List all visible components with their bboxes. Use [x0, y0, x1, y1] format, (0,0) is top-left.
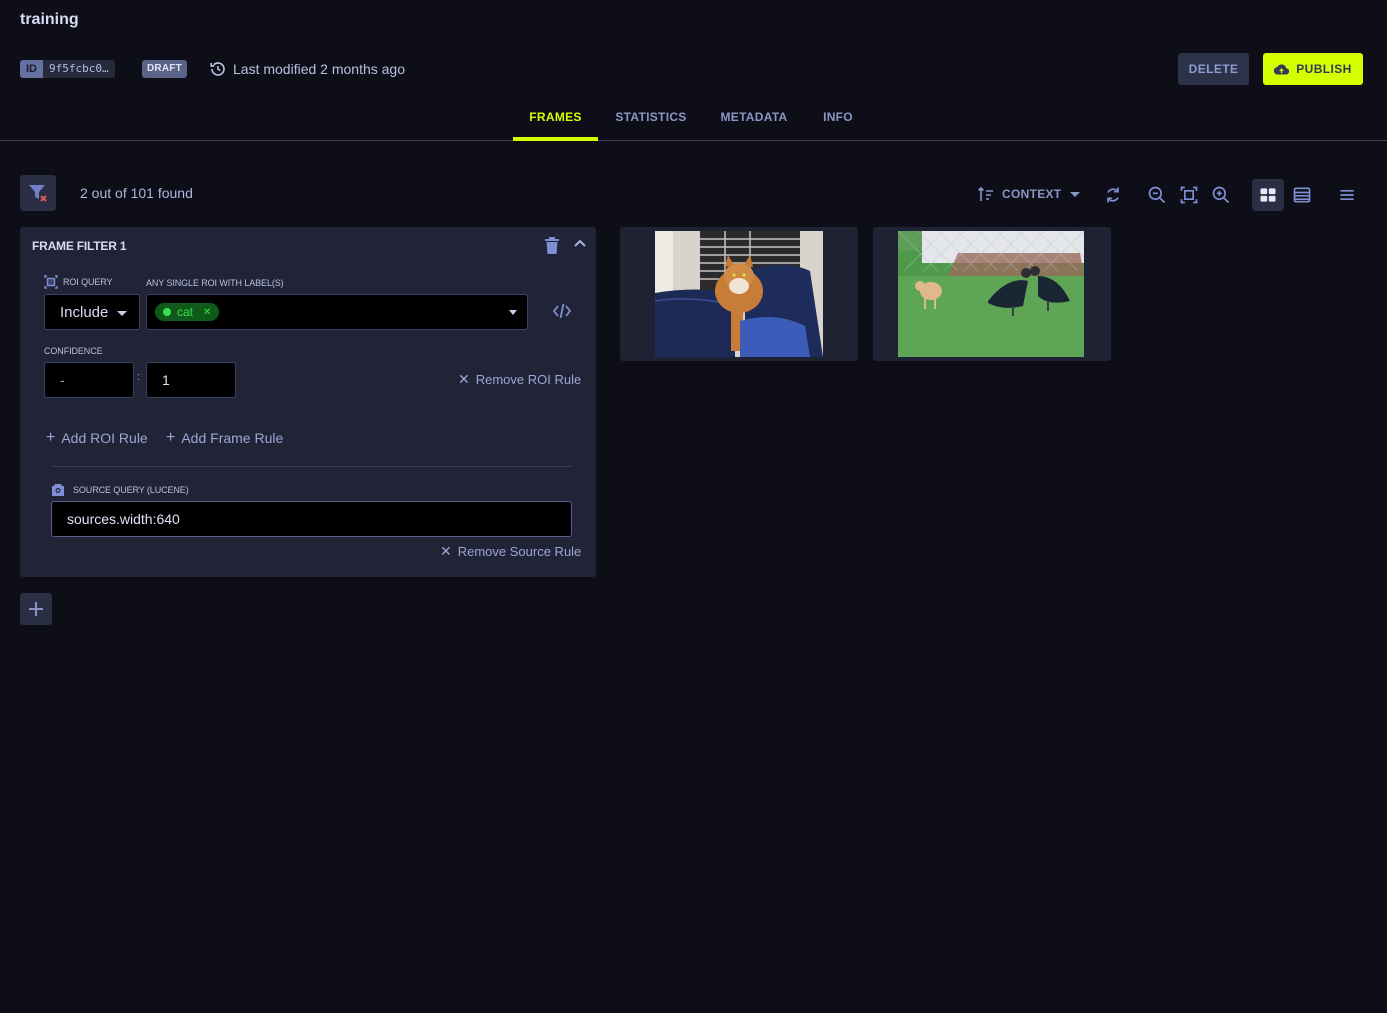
status-badge: DRAFT [142, 60, 187, 78]
label-color-dot [163, 308, 171, 316]
list-view-button[interactable] [1286, 179, 1318, 211]
caret-down-icon [1070, 191, 1081, 197]
roi-mode-select[interactable]: Include [44, 294, 140, 330]
add-frame-rule-button[interactable]: + Add Frame Rule [166, 429, 284, 447]
frame-filter-panel: FRAME FILTER 1 ROI QUERY ANY SINGLE ROI … [20, 227, 596, 577]
chevron-up-icon[interactable] [571, 235, 589, 253]
add-frame-rule-label: Add Frame Rule [181, 430, 284, 446]
list-view-icon [1293, 187, 1311, 203]
roi-icon [44, 275, 58, 289]
frame-thumbnail[interactable] [873, 227, 1111, 361]
tab-metadata[interactable]: METADATA [710, 100, 798, 140]
remove-source-rule-button[interactable]: ✕ Remove Source Rule [440, 543, 581, 560]
history-icon [210, 62, 225, 76]
fit-screen-button[interactable] [1173, 179, 1205, 211]
tab-label: INFO [823, 110, 853, 124]
remove-roi-rule-label: Remove ROI Rule [475, 372, 582, 387]
close-icon: ✕ [458, 371, 470, 387]
add-roi-rule-label: Add ROI Rule [61, 430, 148, 446]
id-key: ID [20, 60, 43, 78]
label-chip[interactable]: cat ✕ [155, 303, 220, 321]
divider [51, 466, 572, 467]
frame-image-cat-couch [655, 231, 823, 357]
sort-context-dropdown[interactable]: CONTEXT [977, 185, 1081, 203]
labels-field-label: ANY SINGLE ROI WITH LABEL(S) [146, 278, 284, 288]
tab-label: FRAMES [529, 110, 582, 124]
plus-icon: + [166, 429, 176, 446]
publish-button[interactable]: PUBLISH [1263, 53, 1363, 85]
id-value: 9f5fcbc0… [49, 62, 109, 75]
last-modified-text: Last modified 2 months ago [233, 61, 405, 77]
tab-bar: FRAMES STATISTICS METADATA INFO [0, 100, 1387, 141]
zoom-out-button[interactable] [1141, 179, 1173, 211]
frame-thumbnail[interactable] [620, 227, 858, 361]
clear-filter-button[interactable] [20, 175, 56, 211]
roi-query-text: ROI QUERY [63, 277, 113, 287]
confidence-separator: : [137, 371, 141, 383]
source-query-input[interactable]: sources.width:640 [51, 501, 572, 537]
menu-icon [1340, 190, 1354, 200]
refresh-icon [1107, 187, 1119, 203]
source-query-label: SOURCE QUERY (LUCENE) [51, 483, 189, 496]
sort-icon [977, 186, 993, 201]
caret-down-icon [509, 310, 517, 315]
labels-select[interactable]: cat ✕ [146, 294, 528, 330]
tab-info[interactable]: INFO [812, 100, 864, 140]
zoom-in-button[interactable] [1205, 179, 1237, 211]
remove-chip-icon[interactable]: ✕ [203, 307, 211, 318]
remove-roi-rule-button[interactable]: ✕ Remove ROI Rule [458, 371, 581, 388]
code-icon [552, 303, 572, 319]
camera-icon [52, 484, 64, 496]
zoom-in-icon [1212, 186, 1230, 204]
confidence-min-input[interactable]: - [44, 362, 134, 398]
filter-clear-icon [29, 185, 47, 202]
source-query-text: SOURCE QUERY (LUCENE) [73, 484, 189, 495]
plus-icon: + [46, 429, 56, 446]
zoom-out-icon [1148, 186, 1166, 204]
tab-frames[interactable]: FRAMES [513, 100, 598, 141]
grid-view-button[interactable] [1252, 179, 1284, 211]
cloud-upload-icon [1274, 63, 1290, 75]
menu-button[interactable] [1331, 179, 1363, 211]
code-view-button[interactable] [550, 299, 574, 323]
confidence-max-input[interactable]: 1 [146, 362, 236, 398]
panel-title: FRAME FILTER 1 [32, 239, 127, 253]
roi-query-label: ROI QUERY [44, 275, 113, 289]
caret-down-icon [117, 310, 128, 316]
add-roi-rule-button[interactable]: + Add ROI Rule [46, 429, 148, 447]
refresh-button[interactable] [1097, 179, 1129, 211]
grid-view-icon [1260, 188, 1276, 202]
dataset-title: training [20, 11, 79, 28]
id-chip[interactable]: ID 9f5fcbc0… [20, 60, 115, 78]
last-modified: Last modified 2 months ago [209, 60, 405, 78]
frame-image-cat-vultures [898, 231, 1084, 357]
sort-label: CONTEXT [1002, 187, 1062, 201]
remove-source-rule-label: Remove Source Rule [457, 544, 582, 559]
close-icon: ✕ [440, 543, 452, 559]
trash-icon[interactable] [544, 237, 560, 255]
fit-screen-icon [1180, 186, 1198, 204]
add-filter-button[interactable] [20, 593, 52, 625]
tab-label: METADATA [720, 110, 788, 124]
delete-label: DELETE [1188, 62, 1239, 76]
publish-label: PUBLISH [1296, 62, 1352, 76]
plus-icon [29, 602, 43, 616]
delete-button[interactable]: DELETE [1178, 53, 1249, 85]
label-chip-text: cat [177, 305, 194, 319]
confidence-label: CONFIDENCE [44, 346, 103, 356]
tab-label: STATISTICS [615, 110, 687, 124]
results-count: 2 out of 101 found [80, 185, 193, 201]
tab-statistics[interactable]: STATISTICS [605, 100, 697, 140]
roi-mode-value: Include [60, 303, 109, 321]
